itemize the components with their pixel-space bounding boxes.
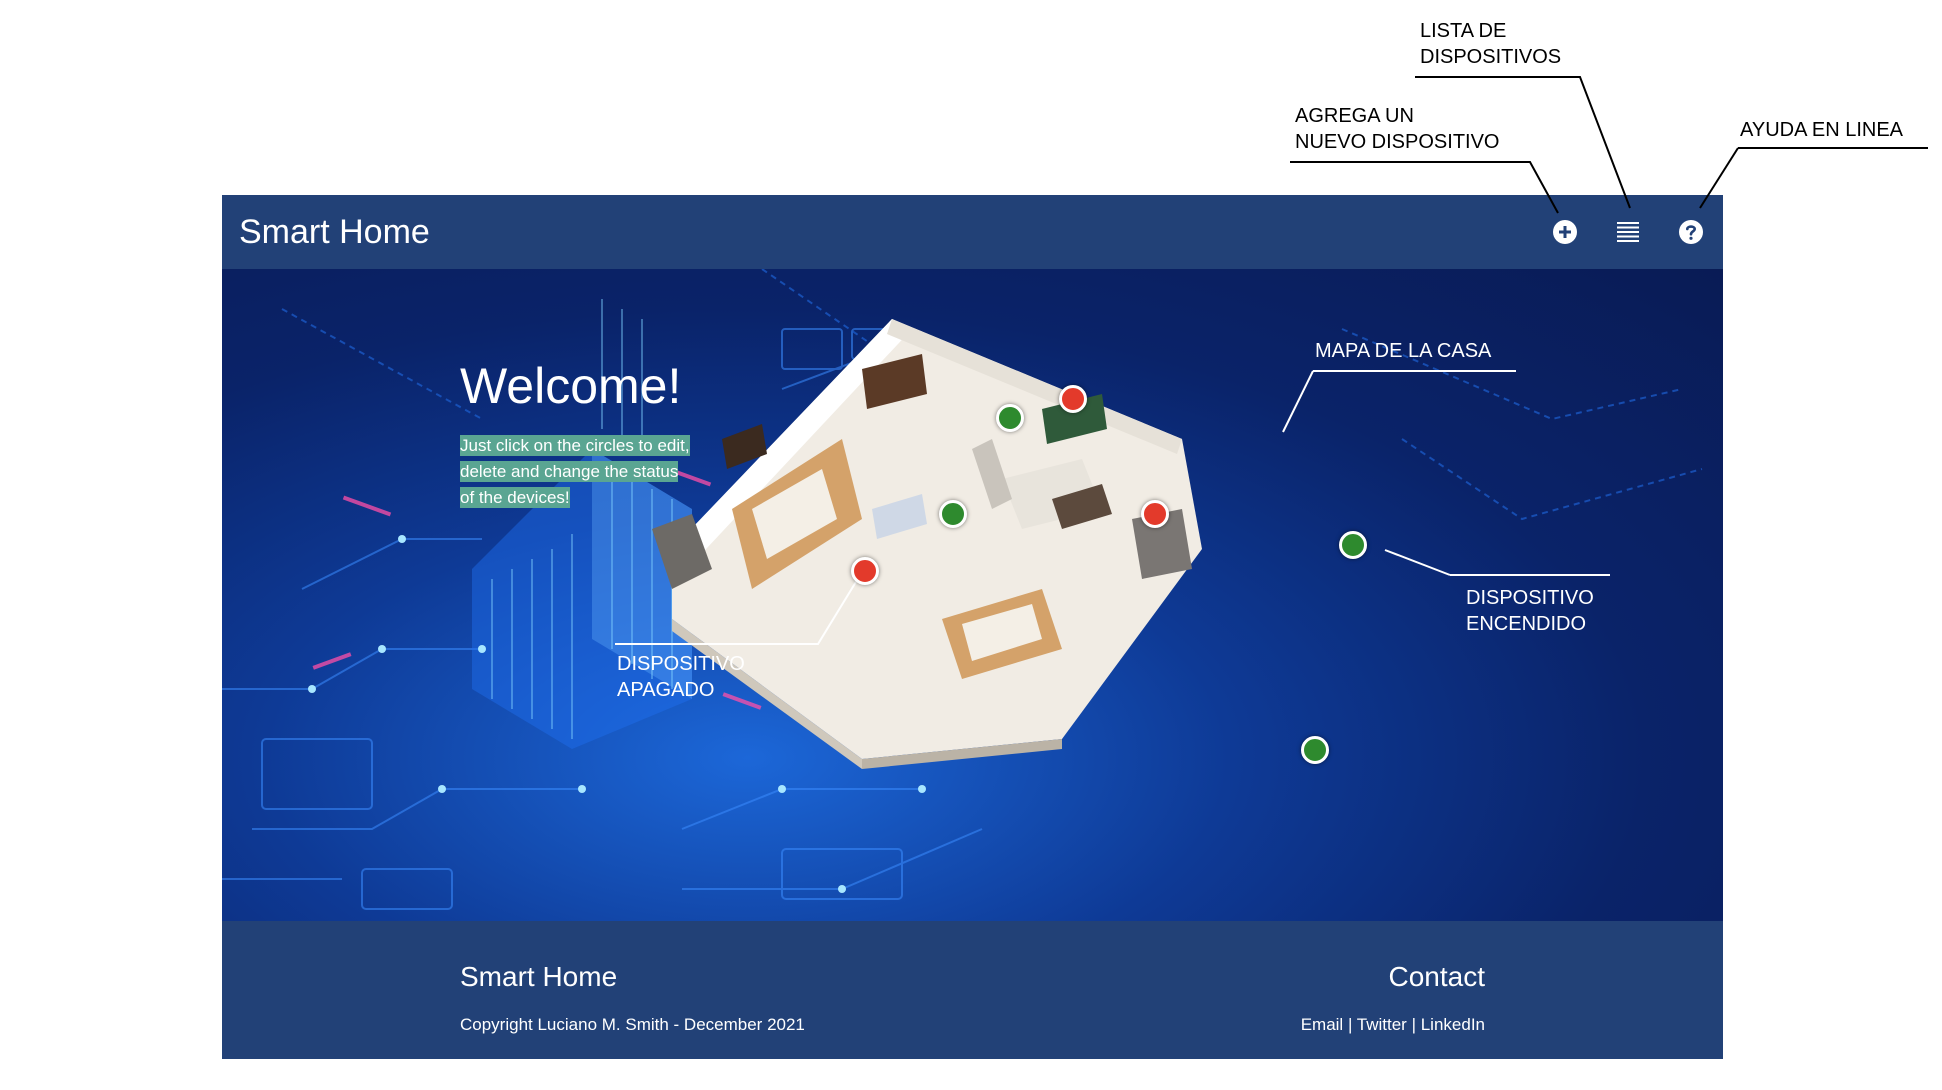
callout-house-map: MAPA DE LA CASA (1315, 340, 1492, 362)
welcome-heading: Welcome! (460, 358, 682, 414)
annotation-help: AYUDA EN LINEA (1740, 119, 1904, 141)
device-marker[interactable] (996, 404, 1024, 432)
brand-title[interactable]: Smart Home (239, 213, 430, 252)
callout-line: ENCENDIDO (1466, 613, 1587, 635)
annotation-line: AGREGA UN (1295, 105, 1414, 127)
callout-device-on: DISPOSITIVO ENCENDIDO (1466, 585, 1594, 637)
device-marker[interactable] (939, 500, 967, 528)
annotation-line: DISPOSITIVOS (1420, 46, 1562, 68)
annotation-device-list: LISTA DE DISPOSITIVOS (1420, 18, 1561, 70)
device-marker[interactable] (1301, 736, 1329, 764)
footer-copyright: Copyright Luciano M. Smith - December 20… (460, 1015, 805, 1034)
welcome-hint: Just click on the circles to edit, delet… (460, 433, 690, 511)
device-marker[interactable] (1141, 500, 1169, 528)
annotation-line: NUEVO DISPOSITIVO (1295, 131, 1500, 153)
annotation-line: LISTA DE (1420, 20, 1507, 42)
email-link[interactable]: Email (1301, 1015, 1344, 1034)
add-circle-icon[interactable] (1552, 219, 1578, 245)
link-separator: | (1343, 1015, 1357, 1034)
device-marker[interactable] (1059, 385, 1087, 413)
callout-line: DISPOSITIVO (617, 653, 745, 675)
annotation-add-device: AGREGA UN NUEVO DISPOSITIVO (1295, 103, 1499, 155)
callout-line: APAGADO (617, 679, 715, 701)
callout-line: DISPOSITIVO (1466, 587, 1594, 609)
navbar: Smart Home (222, 195, 1723, 269)
device-marker[interactable] (1339, 531, 1367, 559)
footer: Smart Home Copyright Luciano M. Smith - … (222, 921, 1723, 1059)
footer-contact-title: Contact (1388, 961, 1486, 992)
footer-title: Smart Home (460, 961, 618, 992)
help-icon[interactable] (1678, 219, 1704, 245)
list-icon[interactable] (1615, 219, 1641, 245)
linkedin-link[interactable]: LinkedIn (1421, 1015, 1485, 1034)
welcome-hint-text: Just click on the circles to edit, delet… (460, 435, 690, 508)
callout-device-off: DISPOSITIVO APAGADO (617, 651, 745, 703)
footer-links: Email | Twitter | LinkedIn (1301, 1015, 1485, 1035)
twitter-link[interactable]: Twitter (1357, 1015, 1407, 1034)
device-marker[interactable] (851, 557, 879, 585)
link-separator: | (1406, 1015, 1421, 1034)
